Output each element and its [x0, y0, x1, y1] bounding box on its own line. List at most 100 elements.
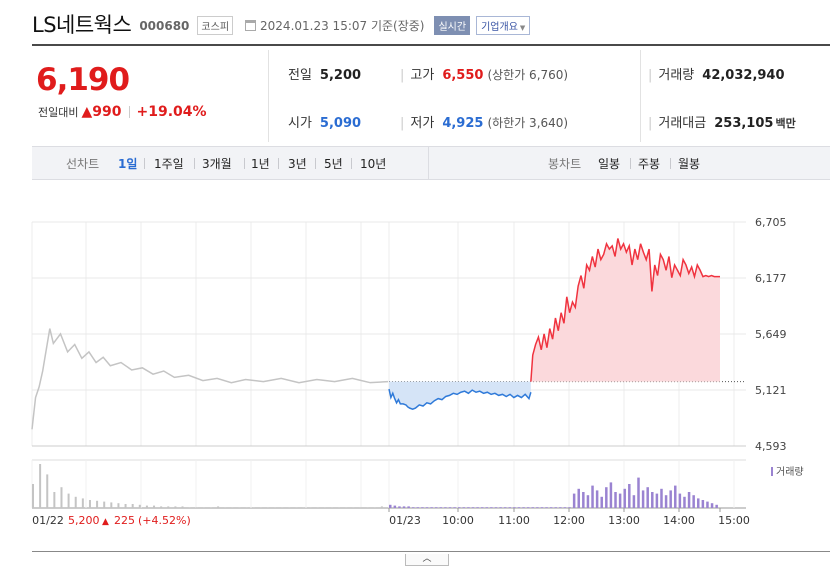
volume-bar	[697, 498, 700, 508]
volume-bar	[153, 505, 156, 508]
y-tick-label: 4,593	[755, 440, 787, 453]
tab-10year[interactable]: 10년	[360, 155, 386, 172]
volume-bar	[309, 507, 312, 508]
volume-bar	[448, 507, 452, 508]
tab-3year[interactable]: 3년	[288, 155, 307, 172]
volume-bar	[188, 507, 191, 508]
volume-bar	[145, 505, 148, 508]
volume-bar	[124, 504, 127, 508]
volume-bar	[138, 504, 141, 508]
volume-bar	[508, 507, 512, 508]
collapse-chart-button[interactable]: ︿	[405, 554, 449, 566]
price-chart[interactable]: 6,705 6,177 5,649 5,121 4,593 거래량 01/22 01/23 10…	[0, 180, 830, 550]
volume-bar	[434, 507, 438, 508]
volume-bar	[453, 507, 456, 508]
volume-bar	[81, 498, 84, 508]
volume-bar	[669, 490, 672, 508]
open-price: 시가 5,090	[288, 112, 361, 131]
stock-name[interactable]: LS네트웍스	[32, 9, 132, 39]
chart-bottom-border	[32, 551, 830, 552]
footer-prev-close: 5,200	[68, 514, 100, 527]
volume-bar	[715, 504, 718, 508]
low-label: 저가	[410, 116, 435, 131]
volume-bar	[323, 507, 326, 508]
volume-bar	[687, 492, 691, 508]
day-high: | 고가 6,550 (상한가 6,760)	[400, 64, 568, 83]
x-tick-label: 13:00	[608, 514, 640, 527]
volume-bar	[425, 507, 429, 508]
tab-1year[interactable]: 1년	[251, 155, 270, 172]
volume-bar	[618, 493, 622, 508]
volume-bar	[586, 495, 590, 508]
volume-bar	[210, 507, 212, 508]
divider	[268, 50, 269, 142]
volume-bar	[692, 495, 695, 508]
volume-bar	[444, 507, 447, 508]
x-tick-label: 01/23	[389, 514, 421, 527]
company-overview-button[interactable]: 기업개요 ▼	[476, 16, 531, 35]
volume-bar	[302, 507, 305, 508]
volume-bar	[266, 507, 269, 508]
volume-bar	[577, 488, 580, 508]
volume-bar	[60, 487, 63, 508]
prev-close: 전일 5,200	[288, 64, 361, 83]
tab-weekly-candle[interactable]: 주봉	[638, 155, 660, 172]
realtime-button[interactable]: 실시간	[434, 16, 471, 35]
volume-bar	[660, 488, 663, 508]
volume-bar	[706, 501, 709, 508]
tab-1day[interactable]: 1일	[118, 155, 137, 172]
volume-bar	[338, 507, 341, 508]
tab-daily-candle[interactable]: 일봉	[598, 155, 620, 172]
volume-bar	[274, 507, 277, 508]
volume-bar	[568, 507, 571, 508]
prev-close-value: 5,200	[319, 68, 362, 83]
volume-bar	[605, 487, 608, 508]
volume-bar	[609, 482, 613, 508]
volume-bar	[467, 507, 470, 508]
lower-limit: (하한가 3,640)	[487, 116, 569, 130]
volume-bar	[439, 507, 443, 508]
volume-bar	[402, 506, 406, 508]
y-tick-label: 5,121	[755, 384, 787, 397]
chevron-down-icon: ▼	[519, 24, 526, 32]
tab-1week[interactable]: 1주일	[154, 155, 184, 172]
volume-bar	[167, 506, 170, 508]
x-tick-label: 15:00	[718, 514, 750, 527]
volume-bar	[393, 505, 397, 508]
volume-bar	[471, 507, 475, 508]
volume-bar	[563, 507, 567, 508]
tab-monthly-candle[interactable]: 월봉	[678, 155, 700, 172]
volume-bar	[559, 507, 562, 508]
tab-3month[interactable]: 3개월	[202, 155, 232, 172]
volume-bar	[245, 507, 248, 508]
volume-bar	[591, 485, 594, 508]
y-tick-label: 6,177	[755, 272, 787, 285]
volume-bar	[281, 507, 284, 508]
amount-label: 거래대금	[658, 116, 707, 131]
y-tick-label: 5,649	[755, 328, 787, 341]
open-value: 5,090	[319, 116, 362, 131]
volume-bar	[110, 502, 113, 508]
x-tick-label: 11:00	[498, 514, 530, 527]
volume-bar	[231, 507, 234, 508]
volume-bar	[614, 492, 617, 508]
volume-bar	[181, 506, 184, 508]
volume-bar	[536, 507, 539, 508]
volume-bar	[545, 507, 548, 508]
change-label: 전일대비	[38, 106, 79, 119]
trade-amount: | 거래대금 253,105 백만	[648, 112, 796, 131]
volume-bar	[407, 506, 410, 508]
volume-bar	[416, 507, 420, 508]
volume-bar	[352, 507, 355, 508]
volume-bar	[499, 507, 502, 508]
chart-tab-bar: 선차트 1일 1주일 3개월 1년 3년 5년 10년 봉차트 일봉 주봉 월봉	[32, 146, 830, 180]
volume-legend-swatch	[771, 467, 773, 476]
volume-bar	[259, 507, 262, 508]
tab-5year[interactable]: 5년	[324, 155, 343, 172]
volume-bar	[288, 507, 291, 508]
volume-bar	[572, 493, 576, 508]
volume-bar	[457, 507, 461, 508]
volume-bar	[88, 500, 91, 508]
volume-bar	[494, 507, 498, 508]
volume-bar	[53, 492, 56, 508]
